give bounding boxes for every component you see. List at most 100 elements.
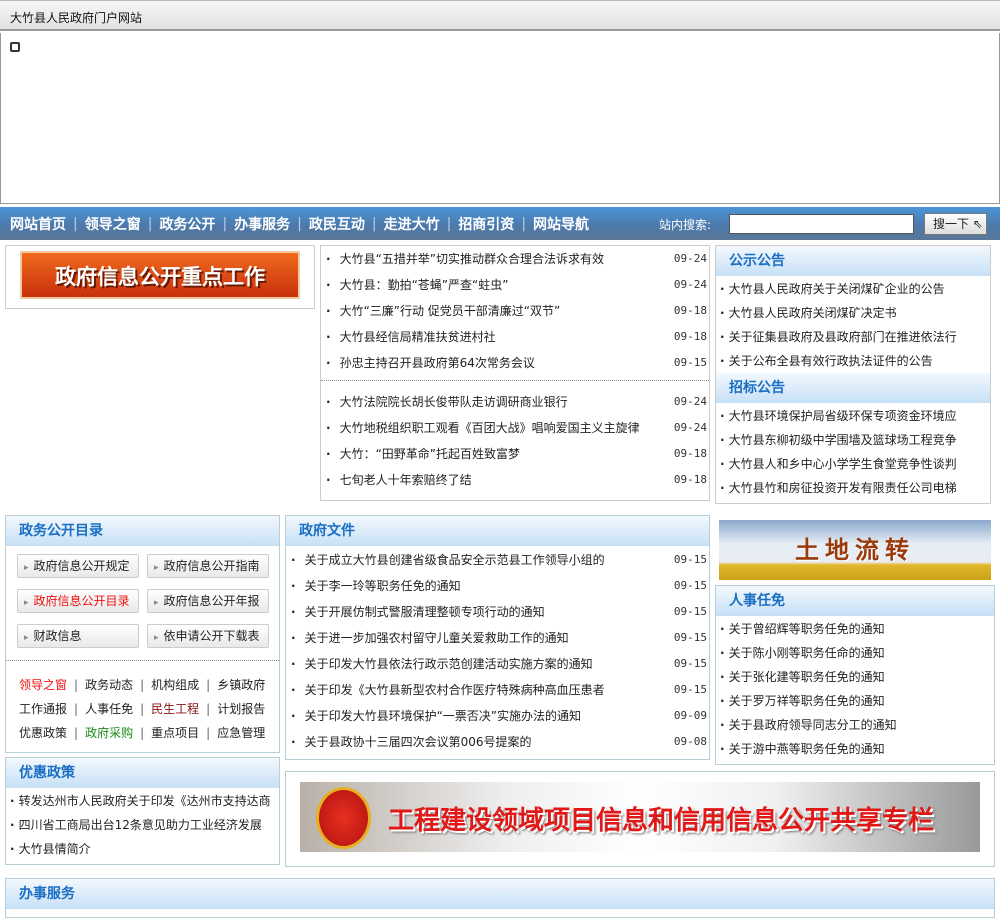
list-item[interactable]: 关于罗万祥等职务任免的通知 <box>716 689 994 713</box>
nav-item[interactable]: 政民互动 <box>309 214 365 234</box>
news-title[interactable]: 大竹地税组织职工观看《百团大战》唱响爱国主义主旋律 <box>326 415 640 441</box>
link-separator: | <box>74 678 79 692</box>
list-item[interactable]: 关于公布全县有效行政执法证件的公告 <box>716 349 990 373</box>
catalog-button[interactable]: 政府信息公开规定 <box>17 554 139 578</box>
project-banner-text: 工程建设领域项目信息和信用信息公开共享专栏 <box>388 806 935 836</box>
nav-item[interactable]: 办事服务 <box>234 214 290 234</box>
news-item[interactable]: 七旬老人十年索赔终了结 09-18 <box>321 467 709 493</box>
news-title[interactable]: 七旬老人十年索赔终了结 <box>326 467 472 493</box>
news-title[interactable]: 大竹法院院长胡长俊带队走访调研商业银行 <box>326 389 568 415</box>
notice-title: 公示公告 <box>716 246 990 276</box>
news-item[interactable]: 关于印发大竹县环境保护“一票否决”实施办法的通知 09-09 <box>286 703 709 729</box>
list-item[interactable]: 关于游中燕等职务任免的通知 <box>716 737 994 761</box>
news-item[interactable]: 关于进一步加强农村留守儿童关爱救助工作的通知 09-15 <box>286 625 709 651</box>
news-title[interactable]: 关于印发《大竹县新型农村合作医疗特殊病种高血压患者 <box>291 677 605 703</box>
search-button[interactable]: 搜一下 ⇖ <box>924 213 987 235</box>
news-item[interactable]: 大竹：“田野革命”托起百姓致富梦 09-18 <box>321 441 709 467</box>
news-date: 09-15 <box>673 631 707 644</box>
catalog-link[interactable]: 领导之窗 <box>19 678 67 692</box>
catalog-button[interactable]: 政府信息公开年报 <box>147 589 269 613</box>
catalog-link[interactable]: 工作通报 <box>19 702 67 716</box>
list-item[interactable]: 四川省工商局出台12条意见助力工业经济发展 <box>6 813 279 837</box>
news-title[interactable]: 大竹县“五措并举”切实推动群众合理合法诉求有效 <box>326 246 604 272</box>
news-title[interactable]: 大竹县：勤拍“苍蝇”严查“蛀虫” <box>326 272 509 298</box>
catalog-link[interactable]: 机构组成 <box>151 678 199 692</box>
service-title: 办事服务 <box>6 879 994 909</box>
news-item[interactable]: 大竹地税组织职工观看《百团大战》唱响爱国主义主旋律 09-24 <box>321 415 709 441</box>
news-title[interactable]: 关于李一玲等职务任免的通知 <box>291 573 461 599</box>
project-info-banner[interactable]: 工程建设领域项目信息和信用信息公开共享专栏 <box>300 782 980 852</box>
list-item[interactable]: 转发达州市人民政府关于印发《达州市支持达商 <box>6 789 279 813</box>
news-title[interactable]: 大竹县经信局精准扶贫进村社 <box>326 324 496 350</box>
link-separator: | <box>140 726 145 740</box>
news-title[interactable]: 孙忠主持召开县政府第64次常务会议 <box>326 350 535 376</box>
list-item[interactable]: 关于曾绍辉等职务任免的通知 <box>716 617 994 641</box>
list-item[interactable]: 关于县政府领导同志分工的通知 <box>716 713 994 737</box>
catalog-link[interactable]: 重点项目 <box>151 726 199 740</box>
broken-image-icon <box>10 42 20 52</box>
news-title[interactable]: 关于县政协十三届四次会议第006号提案的 <box>291 729 532 755</box>
catalog-button[interactable]: 政府信息公开目录 <box>17 589 139 613</box>
catalog-link[interactable]: 应急管理 <box>217 726 265 740</box>
news-item[interactable]: 大竹法院院长胡长俊带队走访调研商业银行 09-24 <box>321 389 709 415</box>
catalog-button[interactable]: 依申请公开下载表 <box>147 624 269 648</box>
list-item[interactable]: 大竹县环境保护局省级环保专项资金环境应 <box>716 404 990 428</box>
news-date: 09-18 <box>673 473 707 486</box>
news-date: 09-18 <box>673 330 707 343</box>
window-title: 大竹县人民政府门户网站 <box>10 11 143 25</box>
news-date: 09-24 <box>673 252 707 265</box>
catalog-link[interactable]: 优惠政策 <box>19 726 67 740</box>
news-item[interactable]: 关于印发《大竹县新型农村合作医疗特殊病种高血压患者 09-15 <box>286 677 709 703</box>
catalog-link[interactable]: 民生工程 <box>151 702 199 716</box>
catalog-link[interactable]: 人事任免 <box>85 702 133 716</box>
nav-item[interactable]: 网站首页 <box>10 214 66 234</box>
catalog-link[interactable]: 政府采购 <box>85 726 133 740</box>
news-item[interactable]: 孙忠主持召开县政府第64次常务会议 09-15 <box>321 350 709 376</box>
list-item[interactable]: 大竹县人和乡中心小学学生食堂竞争性谈判 <box>716 452 990 476</box>
news-item[interactable]: 关于李一玲等职务任免的通知 09-15 <box>286 573 709 599</box>
news-item[interactable]: 大竹县经信局精准扶贫进村社 09-18 <box>321 324 709 350</box>
news-title[interactable]: 关于印发大竹县环境保护“一票否决”实施办法的通知 <box>291 703 581 729</box>
news-title[interactable]: 关于开展仿制式警服清理整顿专项行动的通知 <box>291 599 545 625</box>
news-item[interactable]: 大竹县：勤拍“苍蝇”严查“蛀虫” 09-24 <box>321 272 709 298</box>
news-item[interactable]: 关于成立大竹县创建省级食品安全示范县工作领导小组的 09-15 <box>286 547 709 573</box>
nav-item[interactable]: 政务公开 <box>159 214 215 234</box>
list-item[interactable]: 大竹县情简介 <box>6 837 279 861</box>
search-input[interactable] <box>729 214 914 234</box>
land-transfer-banner[interactable]: 土地流转 <box>719 520 991 580</box>
link-separator: | <box>74 726 79 740</box>
news-title[interactable]: 大竹“三廉”行动 促党员干部清廉过“双节” <box>326 298 561 324</box>
catalog-button[interactable]: 财政信息 <box>17 624 139 648</box>
catalog-link[interactable]: 政务动态 <box>85 678 133 692</box>
key-work-banner[interactable]: 政府信息公开重点工作 <box>20 251 300 299</box>
news-item[interactable]: 关于开展仿制式警服清理整顿专项行动的通知 09-15 <box>286 599 709 625</box>
list-item[interactable]: 大竹县竹和房征投资开发有限责任公司电梯 <box>716 476 990 500</box>
news-item[interactable]: 关于印发大竹县依法行政示范创建活动实施方案的通知 09-15 <box>286 651 709 677</box>
list-item[interactable]: 大竹县人民政府关闭煤矿决定书 <box>716 301 990 325</box>
catalog-link[interactable]: 计划报告 <box>217 702 265 716</box>
service-panel: 办事服务 <box>5 878 995 918</box>
list-item[interactable]: 关于张化建等职务任免的通知 <box>716 665 994 689</box>
list-item[interactable]: 关于陈小刚等职务任命的通知 <box>716 641 994 665</box>
nav-item[interactable]: 领导之窗 <box>85 214 141 234</box>
news-item[interactable]: 大竹“三廉”行动 促党员干部清廉过“双节” 09-18 <box>321 298 709 324</box>
news-title[interactable]: 关于进一步加强农村留守儿童关爱救助工作的通知 <box>291 625 569 651</box>
news-item[interactable]: 大竹县“五措并举”切实推动群众合理合法诉求有效 09-24 <box>321 246 709 272</box>
nav-item[interactable]: 网站导航 <box>533 214 589 234</box>
list-item[interactable]: 大竹县人民政府关于关闭煤矿企业的公告 <box>716 277 990 301</box>
catalog-panel: 政务公开目录 政府信息公开规定政府信息公开指南政府信息公开目录政府信息公开年报财… <box>5 515 280 753</box>
news-item[interactable]: 关于县政协十三届四次会议第006号提案的 09-08 <box>286 729 709 755</box>
list-item[interactable]: 大竹县东柳初级中学围墙及篮球场工程竞争 <box>716 428 990 452</box>
news-panel: 大竹县“五措并举”切实推动群众合理合法诉求有效 09-24 大竹县：勤拍“苍蝇”严查… <box>320 245 710 501</box>
news-date: 09-15 <box>673 553 707 566</box>
nav-item[interactable]: 走进大竹 <box>384 214 440 234</box>
catalog-link-row: 优惠政策 | 政府采购 | 重点项目 | 应急管理 <box>19 721 279 745</box>
link-separator: | <box>74 702 79 716</box>
news-title[interactable]: 大竹：“田野革命”托起百姓致富梦 <box>326 441 520 467</box>
catalog-link[interactable]: 乡镇政府 <box>217 678 265 692</box>
nav-item[interactable]: 招商引资 <box>458 214 514 234</box>
list-item[interactable]: 关于征集县政府及县政府部门在推进依法行 <box>716 325 990 349</box>
news-title[interactable]: 关于印发大竹县依法行政示范创建活动实施方案的通知 <box>291 651 593 677</box>
catalog-button[interactable]: 政府信息公开指南 <box>147 554 269 578</box>
news-title[interactable]: 关于成立大竹县创建省级食品安全示范县工作领导小组的 <box>291 547 605 573</box>
